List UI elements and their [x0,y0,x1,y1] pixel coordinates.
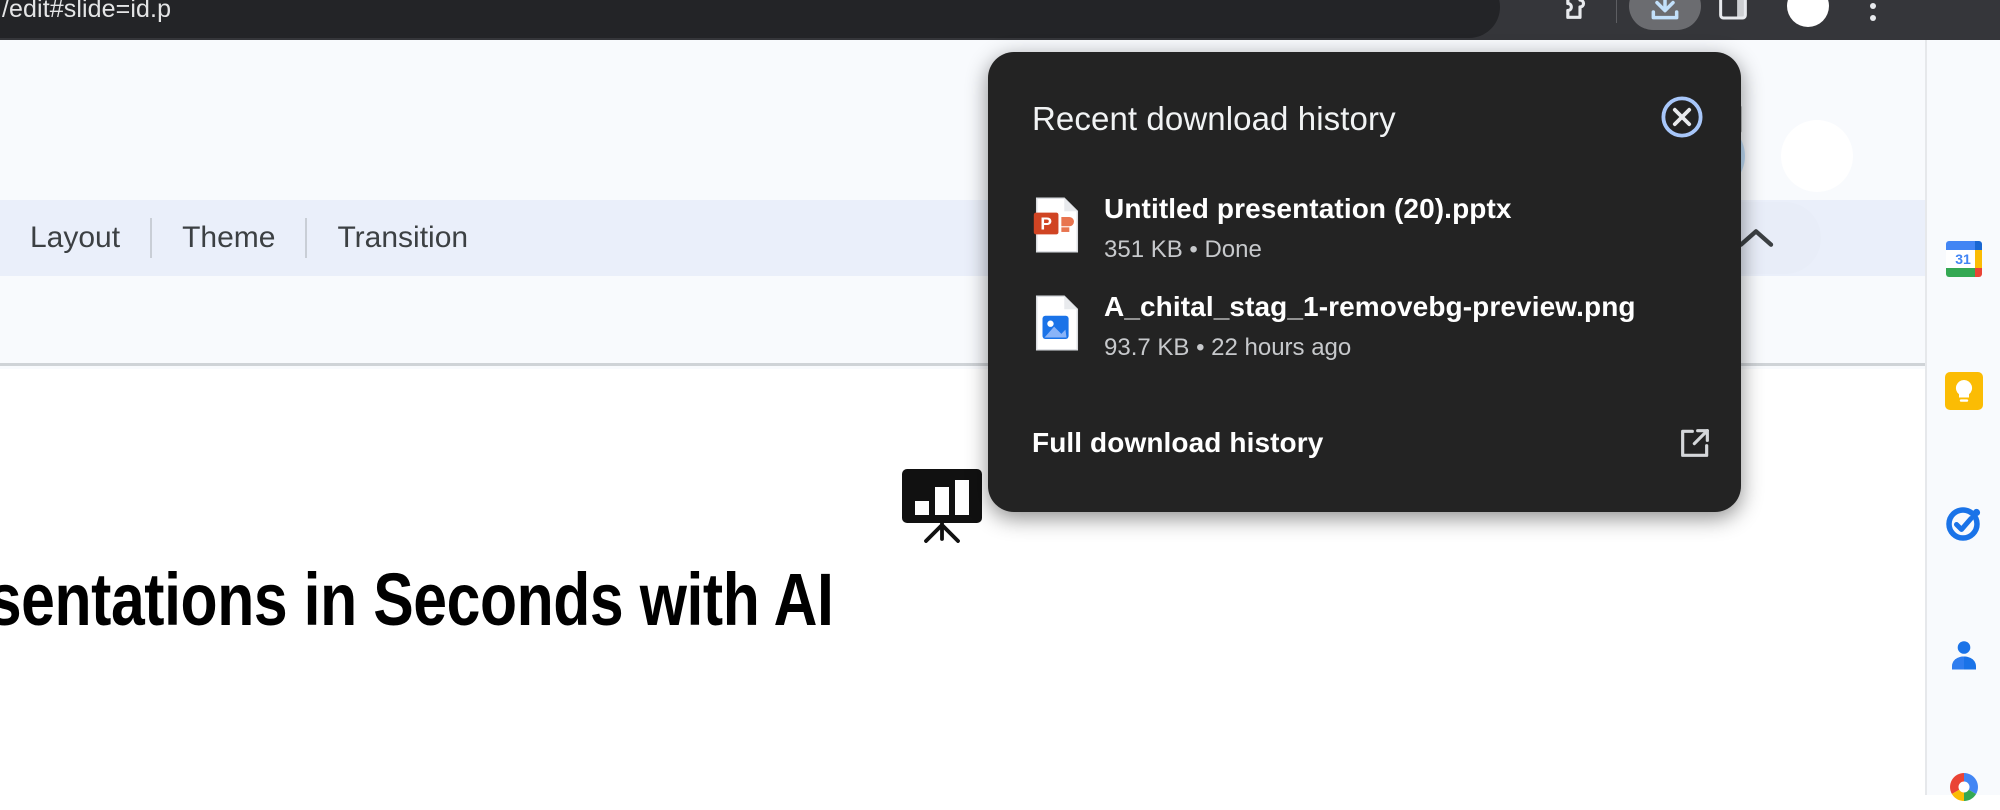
popup-footer: Full download history [1032,422,1716,464]
download-item-text: Untitled presentation (20).pptx 351 KB •… [1094,192,1712,264]
download-file-name[interactable]: A_chital_stag_1-removebg-preview.png [1104,290,1712,324]
download-icon[interactable] [1629,0,1701,30]
google-maps-icon[interactable] [1941,764,1987,810]
close-icon[interactable] [1657,92,1707,142]
download-file-meta: 351 KB • Done [1104,236,1262,263]
puzzle-extensions-icon[interactable] [1540,0,1604,30]
toolbar-item-layout[interactable]: Layout [0,221,150,255]
google-calendar-icon[interactable]: 31 [1941,236,1987,282]
open-in-new-icon[interactable] [1674,422,1716,464]
three-dot-menu-icon[interactable] [1845,0,1901,30]
full-download-history-link[interactable]: Full download history [1032,427,1323,459]
toolbar-item-transition[interactable]: Transition [307,221,498,255]
download-file-meta: 93.7 KB • 22 hours ago [1104,334,1352,361]
browser-action-icons [1540,0,1901,30]
google-contacts-icon[interactable] [1941,632,1987,678]
image-file-icon [1032,290,1094,357]
powerpoint-file-icon: P [1032,192,1094,259]
star-icon[interactable] [1368,0,1412,4]
menu-dot [1870,3,1876,9]
download-item[interactable]: A_chital_stag_1-removebg-preview.png 93.… [1032,290,1712,362]
download-item[interactable]: P Untitled presentation (20).pptx 351 KB… [1032,192,1712,264]
toolbar-item-theme[interactable]: Theme [152,221,305,255]
slide-title-text[interactable]: al Presentations in Seconds with AI [0,557,834,642]
chevron-up-icon [1738,229,1774,247]
profile-avatar[interactable] [1787,0,1829,27]
download-file-name[interactable]: Untitled presentation (20).pptx [1104,192,1712,226]
popup-title: Recent download history [1032,100,1396,137]
user-avatar[interactable] [1781,120,1853,192]
menu-dot [1870,15,1876,21]
omnibox-url-text: /edit#slide=id.p [2,0,172,23]
presentation-chart-icon [898,467,986,548]
google-keep-icon[interactable] [1941,368,1987,414]
omnibox[interactable]: /edit#slide=id.p [0,0,1500,38]
side-panel-icon[interactable] [1701,0,1765,30]
download-item-text: A_chital_stag_1-removebg-preview.png 93.… [1094,290,1712,362]
download-history-popup: Recent download history P Untitled prese… [988,52,1741,512]
svg-text:31: 31 [1955,251,1971,267]
browser-toolbar: /edit#slide=id.p [0,0,2000,40]
toolbar-divider [1616,0,1617,23]
svg-text:P: P [1040,214,1052,234]
google-tasks-icon[interactable] [1941,500,1987,546]
google-workspace-side-rail: 31 [1925,40,2000,801]
